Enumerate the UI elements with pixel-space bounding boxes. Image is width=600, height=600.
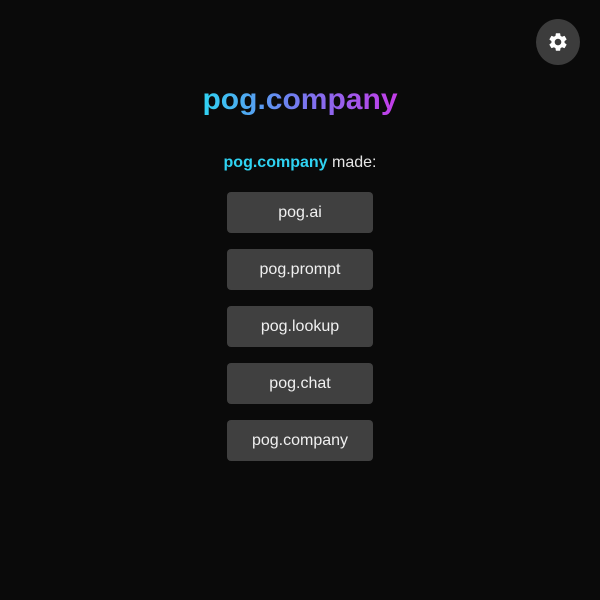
product-list: pog.ai pog.prompt pog.lookup pog.chat po… bbox=[227, 192, 373, 461]
brand-title: pog.company bbox=[0, 80, 600, 120]
made-brand: pog.company bbox=[223, 154, 328, 171]
page: pog.company pog.company made: pog.ai pog… bbox=[0, 0, 600, 600]
product-button-pog-ai[interactable]: pog.ai bbox=[227, 192, 373, 233]
made-label: made: bbox=[332, 154, 377, 171]
product-button-pog-chat[interactable]: pog.chat bbox=[227, 363, 373, 404]
product-button-pog-company[interactable]: pog.company bbox=[227, 420, 373, 461]
product-button-pog-lookup[interactable]: pog.lookup bbox=[227, 306, 373, 347]
settings-button[interactable] bbox=[536, 19, 580, 65]
brand-title-text: pog.company bbox=[202, 83, 398, 116]
gear-icon bbox=[547, 31, 569, 53]
made-by-line: pog.company made: bbox=[0, 152, 600, 174]
product-button-pog-prompt[interactable]: pog.prompt bbox=[227, 249, 373, 290]
